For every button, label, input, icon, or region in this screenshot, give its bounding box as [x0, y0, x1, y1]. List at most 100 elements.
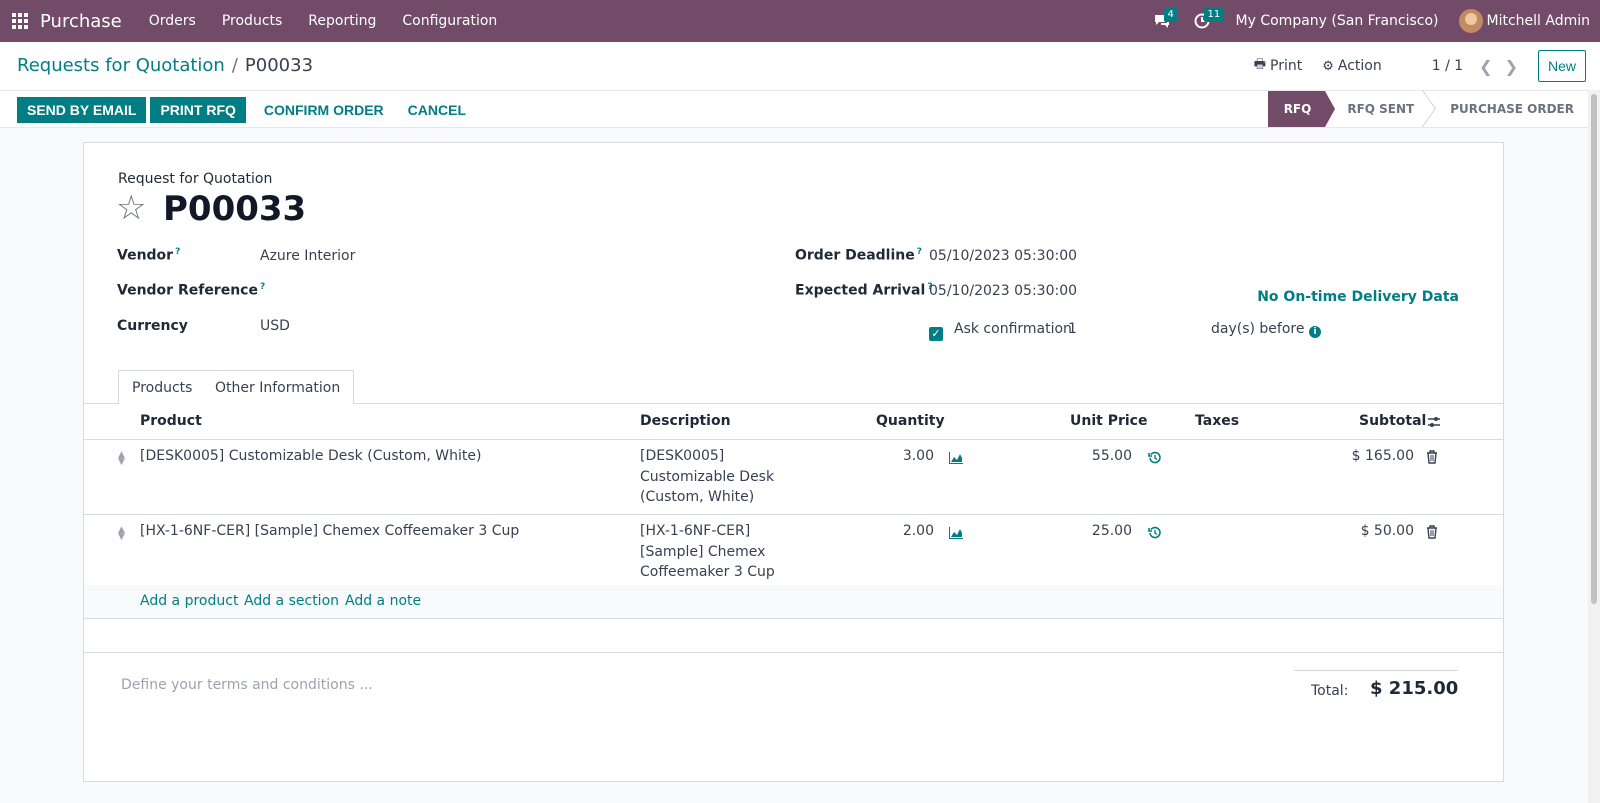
column-unit-price[interactable]: Unit Price: [1070, 413, 1147, 429]
header-buttons: SEND BY EMAIL PRINT RFQ CONFIRM ORDER CA…: [17, 97, 476, 123]
star-icon[interactable]: ☆: [116, 191, 146, 225]
row-quantity[interactable]: 3.00: [884, 448, 934, 464]
status-bar: SEND BY EMAIL PRINT RFQ CONFIRM ORDER CA…: [0, 90, 1600, 128]
total-value: $ 215.00: [1370, 678, 1459, 699]
currency-label: Currency: [117, 318, 188, 334]
order-deadline-label: Order Deadline?: [795, 247, 922, 264]
add-note-link[interactable]: Add a note: [345, 593, 421, 609]
row-description[interactable]: [HX-1-6NF-CER] [Sample] Chemex Coffeemak…: [640, 521, 780, 583]
order-lines-header: Product Description Quantity Unit Price …: [84, 404, 1503, 440]
grid-icon: [12, 13, 28, 29]
expected-arrival-label: Expected Arrival?: [795, 282, 933, 299]
stage-rfq[interactable]: RFQ: [1267, 91, 1335, 127]
messages-button[interactable]: 4: [1142, 0, 1182, 42]
area-chart-icon[interactable]: [949, 527, 963, 539]
row-subtotal: $ 50.00: [1360, 523, 1414, 539]
notebook-tabs: Products Other Information: [84, 370, 1503, 405]
row-product[interactable]: [DESK0005] Customizable Desk (Custom, Wh…: [140, 448, 481, 464]
terms-input[interactable]: Define your terms and conditions ...: [121, 677, 373, 693]
ask-confirmation-label: Ask confirmation: [954, 321, 1072, 337]
history-icon[interactable]: [1148, 451, 1162, 465]
tab-products[interactable]: Products: [118, 370, 207, 405]
table-row[interactable]: ▲ ▼ [HX-1-6NF-CER] [Sample] Chemex Coffee…: [84, 515, 1503, 590]
row-quantity[interactable]: 2.00: [884, 523, 934, 539]
company-switcher[interactable]: My Company (San Francisco): [1236, 13, 1439, 29]
ontime-delivery-link[interactable]: No On-time Delivery Data: [1257, 289, 1459, 305]
expected-arrival-field[interactable]: 05/10/2023 05:30:00: [929, 283, 1077, 299]
info-icon[interactable]: i: [1309, 326, 1321, 338]
add-section-link[interactable]: Add a section: [244, 593, 339, 609]
row-unit-price[interactable]: 25.00: [1064, 523, 1132, 539]
activities-count-badge: 11: [1203, 8, 1225, 22]
row-description[interactable]: [DESK0005] Customizable Desk (Custom, Wh…: [640, 446, 780, 508]
vendor-label: Vendor?: [117, 247, 181, 264]
row-product[interactable]: [HX-1-6NF-CER] [Sample] Chemex Coffeemak…: [140, 523, 519, 539]
column-subtotal[interactable]: Subtotal: [1359, 413, 1426, 429]
trash-icon[interactable]: [1426, 450, 1438, 464]
avatar[interactable]: [1458, 9, 1483, 33]
cancel-button[interactable]: CANCEL: [398, 97, 476, 123]
column-description[interactable]: Description: [640, 413, 731, 429]
area-chart-icon[interactable]: [949, 452, 963, 464]
app-name[interactable]: Purchase: [40, 11, 122, 32]
row-unit-price[interactable]: 55.00: [1064, 448, 1132, 464]
print-button[interactable]: 🖶 Print: [1254, 55, 1303, 77]
column-settings-icon[interactable]: [1427, 415, 1441, 429]
print-label: Print: [1270, 58, 1303, 74]
user-menu[interactable]: Mitchell Admin: [1487, 13, 1591, 29]
ask-confirmation-checkbox[interactable]: ✓: [929, 327, 943, 341]
vendor-reference-label: Vendor Reference?: [117, 282, 266, 299]
gear-icon: ⚙: [1322, 58, 1334, 74]
pager-value[interactable]: 1 / 1: [1432, 58, 1463, 74]
control-actions: 🖶 Print ⚙ Action 1 / 1 ❮ ❯ New: [1254, 50, 1586, 82]
drag-handle-icon[interactable]: ▲ ▼: [118, 451, 125, 467]
tab-other-information[interactable]: Other Information: [202, 370, 355, 404]
send-by-email-button[interactable]: SEND BY EMAIL: [17, 97, 147, 123]
stage-pipeline: RFQ RFQ SENT PURCHASE ORDER: [1267, 91, 1588, 127]
control-panel: Requests for Quotation / P00033 🖶 Print …: [0, 42, 1600, 90]
vendor-field[interactable]: Azure Interior: [260, 248, 355, 264]
print-rfq-button[interactable]: PRINT RFQ: [150, 97, 246, 123]
column-taxes[interactable]: Taxes: [1195, 413, 1239, 429]
top-navbar: Purchase Orders Products Reporting Confi…: [0, 0, 1600, 42]
empty-row: [84, 619, 1503, 653]
scrollbar-thumb[interactable]: [1591, 94, 1597, 604]
page-scrollbar[interactable]: [1588, 90, 1600, 803]
history-icon[interactable]: [1148, 526, 1162, 540]
menu-orders[interactable]: Orders: [136, 0, 209, 42]
stage-rfq-sent[interactable]: RFQ SENT: [1325, 91, 1428, 127]
vendor-reference-field[interactable]: [260, 282, 760, 300]
action-label: Action: [1337, 58, 1382, 74]
print-icon: 🖶: [1253, 57, 1266, 72]
ask-confirmation-days-field[interactable]: 1: [1068, 321, 1077, 337]
main-menu: Orders Products Reporting Configuration: [136, 0, 511, 42]
row-subtotal: $ 165.00: [1351, 448, 1414, 464]
order-deadline-field[interactable]: 05/10/2023 05:30:00: [929, 248, 1077, 264]
currency-field[interactable]: USD: [260, 318, 290, 334]
days-before-label: day(s) before: [1211, 321, 1305, 337]
column-product[interactable]: Product: [140, 413, 202, 429]
drag-handle-icon[interactable]: ▲ ▼: [118, 526, 125, 542]
menu-configuration[interactable]: Configuration: [389, 0, 510, 42]
doc-type-label: Request for Quotation: [118, 171, 273, 187]
apps-menu-button[interactable]: [0, 0, 40, 42]
stage-purchase-order[interactable]: PURCHASE ORDER: [1428, 91, 1588, 127]
table-row[interactable]: ▲ ▼ [DESK0005] Customizable Desk (Custom,…: [84, 440, 1503, 515]
menu-reporting[interactable]: Reporting: [295, 0, 389, 42]
breadcrumb-current: P00033: [244, 55, 314, 76]
add-product-link[interactable]: Add a product: [140, 593, 238, 609]
messages-count-badge: 4: [1163, 8, 1178, 22]
confirm-order-button[interactable]: CONFIRM ORDER: [254, 97, 394, 123]
breadcrumb-separator: /: [231, 55, 238, 76]
menu-products[interactable]: Products: [209, 0, 295, 42]
page-title: P00033: [163, 189, 307, 229]
activities-button[interactable]: 11: [1182, 0, 1225, 42]
new-button[interactable]: New: [1537, 50, 1586, 82]
action-button[interactable]: ⚙ Action: [1322, 58, 1382, 74]
chevron-right-icon[interactable]: ❯: [1505, 57, 1518, 76]
breadcrumb-parent[interactable]: Requests for Quotation: [17, 55, 225, 76]
chevron-left-icon[interactable]: ❮: [1479, 57, 1492, 76]
column-quantity[interactable]: Quantity: [876, 413, 945, 429]
total-divider: [1294, 670, 1458, 671]
trash-icon[interactable]: [1426, 525, 1438, 539]
